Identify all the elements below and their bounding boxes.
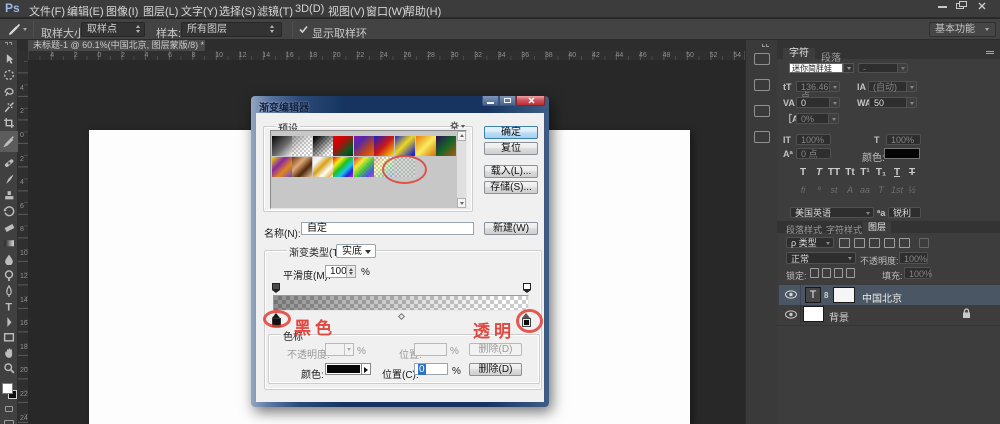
- svg-text:T: T: [5, 301, 12, 312]
